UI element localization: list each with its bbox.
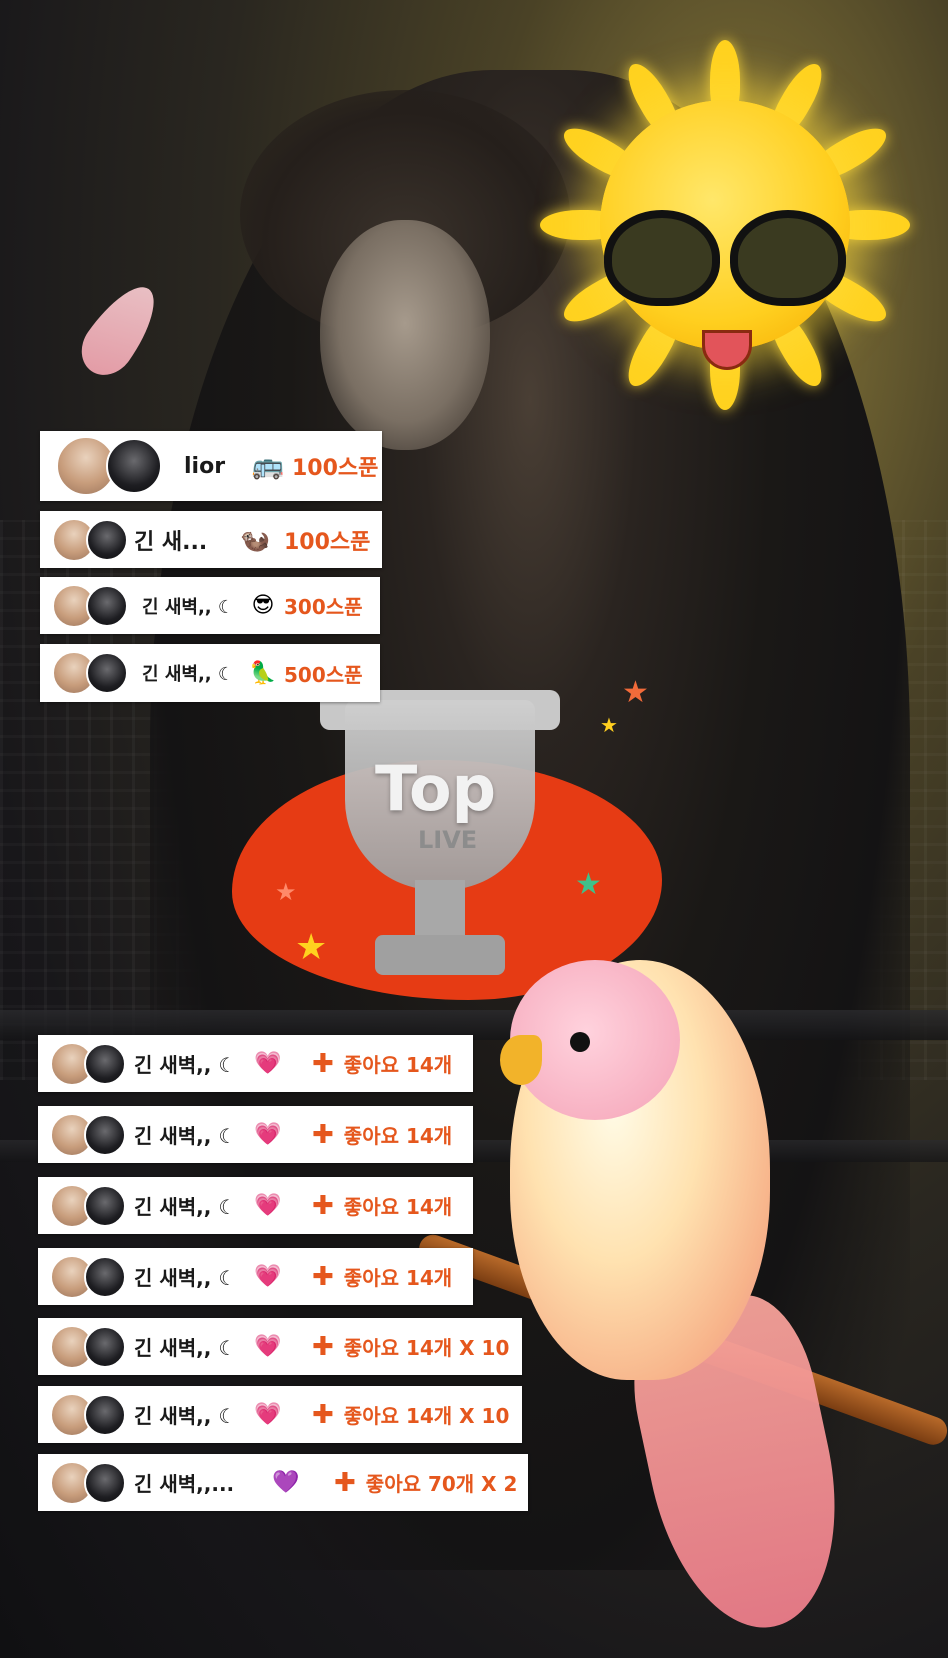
like-count: 좋아요 70개 X 2 xyxy=(365,1472,518,1496)
avatar-pair xyxy=(56,436,162,496)
plus-badge-icon: ✚ xyxy=(312,1261,334,1292)
sender-nickname[interactable]: 긴 새벽,, ☾ xyxy=(134,1400,244,1429)
sender-nickname[interactable]: 긴 새벽,, ☾ xyxy=(134,1120,244,1149)
spoon-gift-card: 긴 새벽,, ☾ 🦜 500스푼 xyxy=(40,644,380,702)
dj-avatar xyxy=(84,1461,126,1504)
like-gift-card: 긴 새벽,, ☾ 💗 ✚ 좋아요 14개 X 10 xyxy=(38,1386,522,1443)
trophy-base xyxy=(375,935,505,975)
spoon-amount: 100스푼 xyxy=(292,456,379,481)
like-count: 좋아요 14개 xyxy=(343,1195,453,1219)
bus-sticker-icon: 🚌 xyxy=(251,451,285,481)
like-gift-card: 긴 새벽,, ☾ 💗 ✚ 좋아요 14개 xyxy=(38,1177,473,1234)
plus-badge-icon: ✚ xyxy=(334,1467,356,1498)
like-gift-card: 긴 새벽,, ☾ 💗 ✚ 좋아요 14개 X 10 xyxy=(38,1318,522,1375)
spoon-amount: 300스푼 xyxy=(284,595,363,619)
avatar-pair xyxy=(50,1392,126,1437)
trophy-title: Top xyxy=(375,752,497,825)
dj-avatar xyxy=(86,518,128,561)
heart-sticker-icon: 💗 xyxy=(254,1193,282,1218)
sunglasses-sun-icon: 😎 xyxy=(251,593,275,618)
spoon-gift-card: lior 🚌 100스푼 xyxy=(40,431,382,501)
purple-heart-sticker-icon: 💜 xyxy=(272,1470,300,1495)
star-icon: ★ xyxy=(295,927,328,968)
like-count: 좋아요 14개 X 10 xyxy=(343,1404,510,1428)
sender-nickname[interactable]: lior xyxy=(184,454,242,479)
plus-badge-icon: ✚ xyxy=(312,1048,334,1079)
plus-badge-icon: ✚ xyxy=(312,1190,334,1221)
sender-nickname[interactable]: 긴 새벽,, ☾ xyxy=(142,593,242,619)
sender-nickname[interactable]: 긴 새벽,,... xyxy=(134,1468,252,1497)
like-count: 좋아요 14개 X 10 xyxy=(343,1336,510,1360)
avatar-pair xyxy=(50,1324,126,1369)
character-face xyxy=(320,220,490,450)
dj-avatar xyxy=(86,584,128,627)
dj-avatar xyxy=(84,1393,126,1436)
dj-avatar xyxy=(84,1042,126,1085)
trophy-stem xyxy=(415,880,465,940)
sunglasses-lens-right xyxy=(730,210,846,306)
like-gift-card: 긴 새벽,,... 💜 ✚ 좋아요 70개 X 2 xyxy=(38,1454,528,1511)
otter-sticker-icon: 🦦 xyxy=(240,525,270,554)
sender-nickname[interactable]: 긴 새벽,, ☾ xyxy=(134,1332,244,1361)
dj-avatar xyxy=(84,1113,126,1156)
dj-avatar xyxy=(84,1325,126,1368)
heart-sticker-icon: 💗 xyxy=(254,1122,282,1147)
heart-sticker-icon: 💗 xyxy=(254,1334,282,1359)
heart-sticker-icon: 💗 xyxy=(254,1051,282,1076)
avatar-pair xyxy=(52,583,128,628)
plus-badge-icon: ✚ xyxy=(312,1119,334,1150)
dj-avatar xyxy=(86,652,128,694)
star-icon: ★ xyxy=(275,878,297,906)
plus-badge-icon: ✚ xyxy=(312,1331,334,1362)
parrot-beak xyxy=(500,1035,542,1085)
avatar-pair xyxy=(50,1183,126,1228)
parrot-sticker-icon: 🦜 xyxy=(249,660,277,686)
avatar-pair xyxy=(50,1254,126,1299)
dj-avatar xyxy=(106,438,162,494)
avatar-pair xyxy=(52,651,128,695)
spoon-gift-card: 긴 새... 🦦 100스푼 xyxy=(40,511,382,568)
avatar-pair xyxy=(50,1041,126,1086)
sender-nickname[interactable]: 긴 새벽,, ☾ xyxy=(134,1191,244,1220)
spoon-gift-card: 긴 새벽,, ☾ 😎 300스푼 xyxy=(40,577,380,634)
heart-sticker-icon: 💗 xyxy=(254,1264,282,1289)
avatar-pair xyxy=(52,517,128,562)
sunglasses-lens-left xyxy=(604,210,720,306)
like-gift-card: 긴 새벽,, ☾ 💗 ✚ 좋아요 14개 xyxy=(38,1035,473,1092)
parrot-eye xyxy=(570,1032,590,1052)
trophy-subtitle: LIVE xyxy=(418,826,478,854)
star-icon: ★ xyxy=(575,867,602,902)
dj-avatar xyxy=(84,1184,126,1227)
sender-nickname[interactable]: 긴 새벽,, ☾ xyxy=(134,1049,244,1078)
like-gift-card: 긴 새벽,, ☾ 💗 ✚ 좋아요 14개 xyxy=(38,1248,473,1305)
like-count: 좋아요 14개 xyxy=(343,1266,453,1290)
spoon-amount: 100스푼 xyxy=(284,529,371,555)
avatar-pair xyxy=(50,1460,126,1505)
sunglasses-sun-sticker xyxy=(540,40,910,410)
heart-sticker-icon: 💗 xyxy=(254,1402,282,1427)
dj-avatar xyxy=(84,1255,126,1298)
like-gift-card: 긴 새벽,, ☾ 💗 ✚ 좋아요 14개 xyxy=(38,1106,473,1163)
sender-nickname[interactable]: 긴 새벽,, ☾ xyxy=(134,1262,244,1291)
sender-nickname[interactable]: 긴 새... xyxy=(134,524,226,556)
plus-badge-icon: ✚ xyxy=(312,1399,334,1430)
avatar-pair xyxy=(50,1112,126,1157)
star-icon: ★ xyxy=(600,713,618,737)
pink-feather-icon xyxy=(70,274,170,386)
spoon-amount: 500스푼 xyxy=(284,662,363,687)
sender-nickname[interactable]: 긴 새벽,, ☾ xyxy=(142,660,242,686)
heart-sunglasses-icon xyxy=(600,210,850,310)
star-icon: ★ xyxy=(622,675,649,710)
like-count: 좋아요 14개 xyxy=(343,1053,453,1077)
like-count: 좋아요 14개 xyxy=(343,1124,453,1148)
